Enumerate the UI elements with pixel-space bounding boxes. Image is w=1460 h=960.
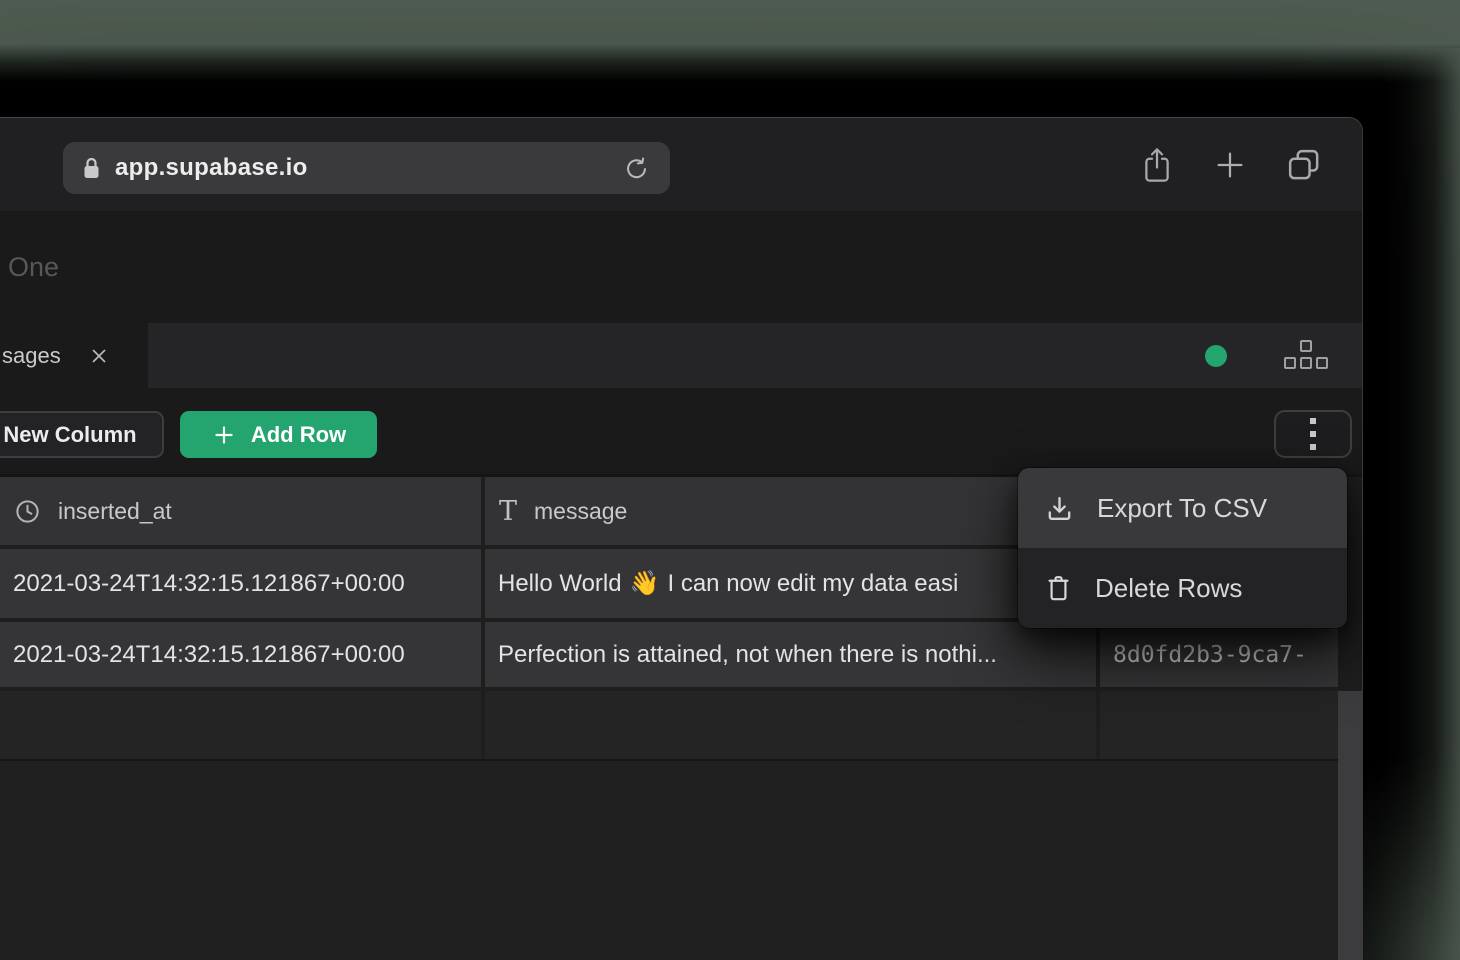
add-row-button[interactable]: Add Row bbox=[180, 411, 377, 458]
add-row-label: Add Row bbox=[251, 422, 346, 448]
message-text: I can now edit my data easi bbox=[668, 570, 959, 598]
lock-icon bbox=[83, 157, 100, 179]
column-header-message[interactable]: T message bbox=[485, 477, 1096, 545]
cell-message[interactable]: Perfection is attained, not when there i… bbox=[485, 622, 1096, 687]
new-tab-plus-icon[interactable] bbox=[1207, 118, 1253, 211]
kebab-icon bbox=[1310, 418, 1316, 424]
text-type-icon: T bbox=[499, 498, 517, 525]
browser-chrome: app.supabase.io bbox=[0, 118, 1362, 211]
new-column-button[interactable]: New Column bbox=[0, 411, 164, 458]
column-header-label: inserted_at bbox=[58, 498, 172, 525]
project-name: One bbox=[8, 211, 59, 323]
empty-rows-area bbox=[0, 691, 1338, 759]
tab-label: sages bbox=[2, 343, 61, 369]
menu-item-export-csv[interactable]: Export To CSV bbox=[1018, 468, 1347, 548]
menu-item-delete-rows[interactable]: Delete Rows bbox=[1018, 548, 1347, 628]
share-icon[interactable] bbox=[1134, 118, 1180, 211]
message-text: Hello World bbox=[498, 570, 622, 598]
cell-id[interactable]: 8d0fd2b3-9ca7- bbox=[1100, 622, 1338, 687]
reload-icon[interactable] bbox=[623, 155, 650, 182]
cell-message[interactable]: Hello World 👋 I can now edit my data eas… bbox=[485, 549, 1096, 618]
trash-icon bbox=[1044, 573, 1073, 604]
new-column-label: New Column bbox=[3, 422, 136, 448]
cell-inserted-at[interactable]: 2021-03-24T14:32:15.121867+00:00 bbox=[0, 622, 481, 687]
vertical-scrollbar[interactable] bbox=[1338, 691, 1362, 960]
sitemap-square bbox=[1300, 357, 1312, 369]
wave-emoji: 👋 bbox=[630, 569, 660, 598]
plus-icon bbox=[211, 422, 237, 448]
grid-footer-area bbox=[0, 761, 1338, 960]
context-menu: Export To CSV Delete Rows bbox=[1018, 468, 1347, 628]
app-header: One Feedback on this page? bbox=[0, 211, 1362, 323]
browser-window: app.supabase.io bbox=[0, 117, 1363, 960]
menu-item-label: Export To CSV bbox=[1097, 493, 1267, 524]
tab-overview-icon[interactable] bbox=[1281, 118, 1327, 211]
column-divider bbox=[1096, 691, 1100, 759]
page-background: app.supabase.io bbox=[0, 0, 1460, 960]
cell-inserted-at[interactable]: 2021-03-24T14:32:15.121867+00:00 bbox=[0, 549, 481, 618]
column-header-inserted-at[interactable]: inserted_at bbox=[0, 477, 481, 545]
background-gradient-top bbox=[0, 0, 1460, 84]
tab-close-icon[interactable] bbox=[89, 346, 109, 366]
download-icon bbox=[1044, 493, 1075, 524]
kebab-icon bbox=[1310, 444, 1316, 450]
menu-item-label: Delete Rows bbox=[1095, 573, 1242, 604]
address-bar[interactable]: app.supabase.io bbox=[63, 142, 670, 194]
sitemap-square bbox=[1316, 357, 1328, 369]
clock-icon bbox=[14, 498, 41, 525]
kebab-icon bbox=[1310, 431, 1316, 437]
column-header-label: message bbox=[534, 498, 627, 525]
sitemap-icon[interactable] bbox=[1284, 340, 1330, 372]
tab-messages[interactable]: sages bbox=[0, 323, 148, 388]
column-divider bbox=[481, 691, 485, 759]
url-text: app.supabase.io bbox=[115, 154, 308, 182]
sitemap-square bbox=[1284, 357, 1296, 369]
status-dot bbox=[1205, 345, 1227, 367]
sitemap-square bbox=[1300, 340, 1312, 352]
tab-bar bbox=[0, 323, 1362, 388]
more-options-button[interactable] bbox=[1274, 410, 1352, 458]
